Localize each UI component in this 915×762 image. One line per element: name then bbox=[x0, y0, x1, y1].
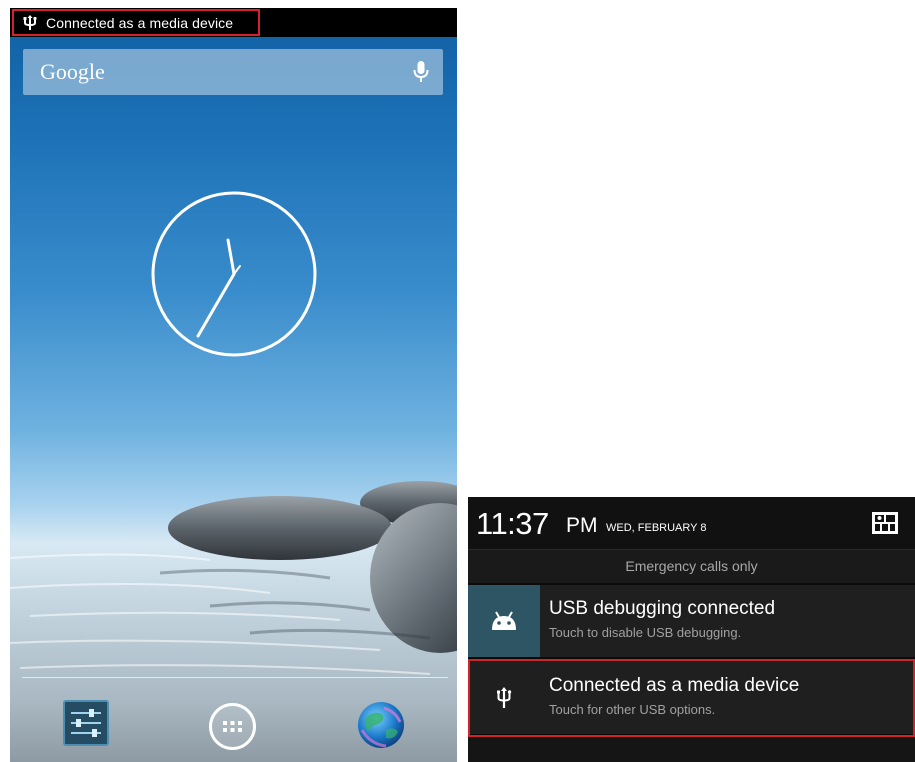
status-bar: Connected as a media device bbox=[10, 8, 457, 37]
status-text: Connected as a media device bbox=[46, 14, 234, 31]
analog-clock-widget[interactable] bbox=[150, 190, 318, 358]
google-search-bar[interactable]: Google bbox=[23, 49, 443, 95]
home-screen: Connected as a media device Google bbox=[10, 8, 457, 762]
shade-bottom-strip bbox=[468, 737, 915, 762]
notification-title: Connected as a media device bbox=[549, 675, 800, 696]
settings-sliders-icon[interactable] bbox=[63, 700, 109, 746]
shade-date: WED, FEBRUARY 8 bbox=[606, 522, 707, 534]
notification-media-device[interactable]: Connected as a media device Touch for ot… bbox=[468, 662, 915, 734]
notification-title: USB debugging connected bbox=[549, 598, 776, 619]
globe-browser-icon[interactable] bbox=[356, 700, 406, 750]
clock-hour-hand bbox=[226, 238, 236, 276]
mic-icon[interactable] bbox=[413, 60, 429, 84]
shade-header: 11:37 PM WED, FEBRUARY 8 bbox=[468, 497, 915, 549]
app-drawer-icon[interactable] bbox=[208, 702, 257, 751]
usb-icon bbox=[468, 662, 540, 734]
android-icon bbox=[468, 585, 540, 657]
status-notification-highlight: Connected as a media device bbox=[12, 9, 260, 36]
notification-subtitle: Touch to disable USB debugging. bbox=[549, 625, 742, 640]
quick-settings-icon[interactable] bbox=[871, 511, 899, 535]
usb-icon bbox=[23, 14, 37, 31]
carrier-status: Emergency calls only bbox=[468, 549, 915, 583]
shade-time: 11:37 bbox=[476, 506, 549, 541]
notification-usb-debugging[interactable]: USB debugging connected Touch to disable… bbox=[468, 585, 915, 657]
dock-divider bbox=[22, 677, 448, 678]
shade-ampm: PM bbox=[566, 514, 598, 537]
notification-subtitle: Touch for other USB options. bbox=[549, 702, 716, 717]
clock-minute-hand bbox=[196, 272, 236, 338]
notification-shade: 11:37 PM WED, FEBRUARY 8 Emergency calls… bbox=[468, 497, 915, 762]
search-brand-label: Google bbox=[40, 59, 105, 84]
